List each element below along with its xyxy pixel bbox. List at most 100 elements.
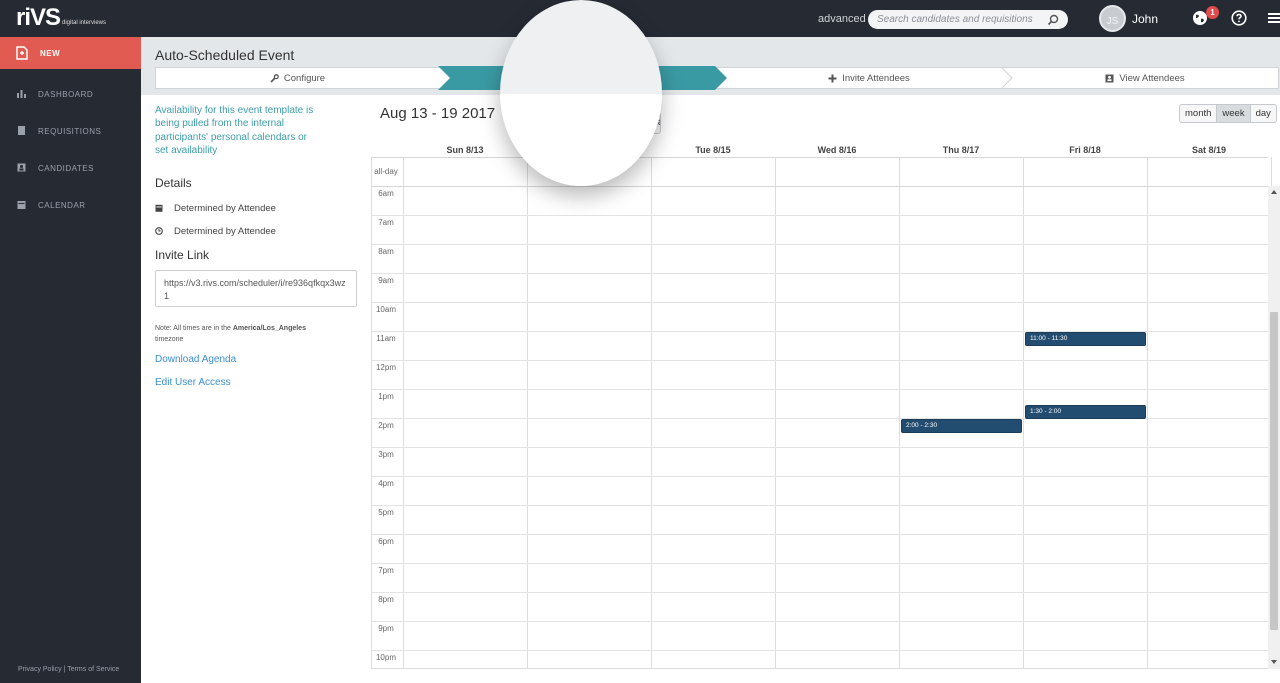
- calendar-range-title: Aug 13 - 19 2017: [380, 105, 496, 122]
- time-label: 6am: [378, 189, 394, 198]
- hour-line: [371, 505, 1268, 506]
- clock-icon: [155, 227, 163, 235]
- time-label: 12pm: [375, 363, 396, 372]
- note-prefix: Note: All times are in the: [155, 325, 231, 332]
- hour-line: [371, 215, 1268, 216]
- step-label: Calendar Availability: [531, 71, 649, 85]
- step-configure[interactable]: Configure: [156, 68, 439, 88]
- privacy-policy-link[interactable]: Privacy Policy: [18, 666, 62, 673]
- hour-line: [371, 360, 1268, 361]
- time-label: 11am: [376, 334, 396, 343]
- sidebar-item-label: REQUISITIONS: [38, 127, 102, 136]
- day-header: Mon 8/14: [569, 145, 609, 155]
- bar-chart-icon: [17, 90, 26, 98]
- calendar-event[interactable]: 1:30 - 2:00: [1025, 404, 1146, 419]
- step-label: View Attendees: [1119, 72, 1185, 84]
- grid-line: [371, 157, 1268, 158]
- chevron-left-icon: [570, 118, 577, 128]
- new-button-label: NEW: [40, 49, 61, 58]
- search-icon[interactable]: [1046, 13, 1060, 27]
- sidebar-item-calendar[interactable]: CALENDAR: [0, 192, 141, 218]
- view-month-button[interactable]: month: [1180, 105, 1218, 122]
- time-label: 4pm: [378, 479, 394, 488]
- terms-of-service-link[interactable]: Terms of Service: [67, 666, 119, 673]
- sidebar-item-candidates[interactable]: CANDIDATES: [0, 155, 141, 181]
- help-icon[interactable]: [1231, 10, 1247, 26]
- new-document-icon: [16, 46, 28, 60]
- sidebar: NEW DASHBOARD REQUISITIONS CANDIDATES CA…: [0, 37, 141, 683]
- page-title: Auto-Scheduled Event: [155, 47, 295, 63]
- calendar-icon: [155, 204, 163, 212]
- username[interactable]: John: [1132, 12, 1158, 26]
- hour-line: [371, 389, 1268, 390]
- chevron-right-icon: [606, 118, 613, 128]
- top-bar: riVS digital interviews advanced JS John…: [0, 0, 1280, 37]
- time-label: 8am: [378, 247, 394, 256]
- view-switcher: month week day: [1179, 104, 1277, 123]
- sidebar-item-label: CANDIDATES: [38, 164, 94, 173]
- hour-line: [371, 563, 1268, 564]
- calendar-nav: [556, 112, 627, 134]
- note-timezone: America/Los_Angeles: [232, 325, 306, 332]
- invite-link-field[interactable]: [155, 270, 357, 307]
- scroll-thumb[interactable]: [1270, 312, 1278, 630]
- logo-subtitle: digital interviews: [62, 20, 107, 26]
- calendar-event[interactable]: 2:00 - 2:30: [901, 419, 1022, 433]
- step-invite-attendees[interactable]: Invite Attendees: [727, 68, 1011, 88]
- hour-line: [371, 650, 1268, 651]
- day-header: Sun 8/13: [446, 145, 484, 155]
- wrench-icon: [270, 73, 279, 83]
- step-view-attendees[interactable]: View Attendees: [1012, 68, 1278, 88]
- step-calendar-availability[interactable]: Calendar Availability: [438, 66, 727, 90]
- next-week-button[interactable]: [592, 113, 627, 133]
- time-label: 10am: [375, 305, 396, 314]
- detail-date-text: Determined by Attendee: [174, 203, 276, 214]
- download-agenda-link[interactable]: Download Agenda: [155, 354, 236, 365]
- sidebar-item-label: CALENDAR: [38, 201, 86, 210]
- time-label: 3pm: [378, 450, 394, 459]
- footer-links: Privacy Policy | Terms of Service: [18, 666, 119, 673]
- invite-link-heading: Invite Link: [155, 248, 210, 262]
- today-button[interactable]: today: [635, 112, 661, 134]
- sidebar-item-label: DASHBOARD: [38, 90, 94, 99]
- detail-time-text: Determined by Attendee: [174, 226, 276, 237]
- view-day-button[interactable]: day: [1251, 105, 1276, 122]
- hour-line: [371, 534, 1268, 535]
- search-input[interactable]: [868, 10, 1068, 29]
- time-label: 8pm: [378, 595, 394, 604]
- sidebar-item-dashboard[interactable]: DASHBOARD: [0, 81, 141, 107]
- note-suffix: timezone: [155, 336, 184, 343]
- logo[interactable]: riVS digital interviews: [16, 4, 106, 31]
- availability-description: Availability for this event template is …: [155, 105, 314, 157]
- day-header: Sat 8/19: [1191, 145, 1227, 155]
- hour-line: [371, 244, 1268, 245]
- hour-line: [371, 621, 1268, 622]
- contact-icon: [1105, 74, 1114, 82]
- calendar-week-grid: Sun 8/13 Mon 8/14 Tue 8/15 Wed 8/16 Thu 8/17…: [371, 142, 1280, 669]
- timezone-note: Note: All times are in the America/Los_A…: [155, 323, 355, 345]
- hamburger-menu-icon[interactable]: [1268, 12, 1280, 24]
- step-label: Configure: [283, 72, 326, 84]
- time-label: 10pm: [375, 653, 396, 662]
- notification-badge: 1: [1206, 6, 1219, 19]
- details-heading: Details: [155, 176, 192, 190]
- calendar-scrollbar[interactable]: [1268, 186, 1280, 669]
- day-header: Tue 8/15: [695, 145, 731, 155]
- prev-week-button[interactable]: [557, 113, 592, 133]
- edit-user-access-link[interactable]: Edit User Access: [155, 377, 231, 388]
- avatar[interactable]: JS: [1099, 5, 1126, 32]
- time-label: 9am: [378, 276, 394, 285]
- plus-icon: [828, 74, 837, 82]
- calendar-icon: [17, 201, 26, 209]
- scroll-up-arrow[interactable]: [1271, 190, 1277, 194]
- hour-line: [371, 302, 1268, 303]
- logo-text: riVS: [16, 4, 61, 31]
- advanced-search-link[interactable]: advanced: [818, 13, 866, 25]
- calendar-event[interactable]: 11:00 - 11:30: [1025, 332, 1146, 346]
- time-label: 5pm: [378, 508, 394, 517]
- sidebar-item-requisitions[interactable]: REQUISITIONS: [0, 118, 141, 144]
- hour-line: [371, 447, 1268, 448]
- scroll-down-arrow[interactable]: [1271, 660, 1277, 664]
- new-button[interactable]: NEW: [0, 37, 141, 69]
- view-week-button[interactable]: week: [1217, 105, 1251, 122]
